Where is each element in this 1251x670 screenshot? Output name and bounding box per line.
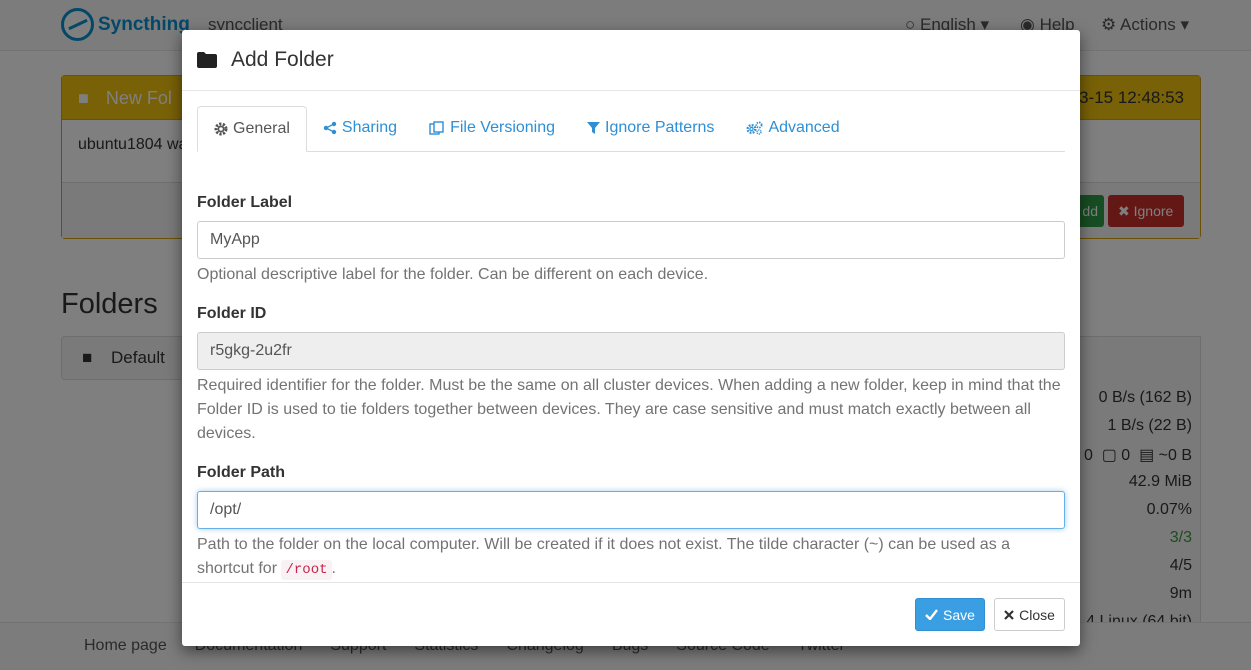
- folder-id-help: Required identifier for the folder. Must…: [197, 377, 1061, 442]
- dialog-header: Add Folder: [182, 30, 1080, 91]
- folder-path-label: Folder Path: [197, 464, 286, 481]
- share-icon: [323, 121, 337, 135]
- folder-id-label: Folder ID: [197, 305, 267, 322]
- tab-sharing[interactable]: Sharing: [307, 105, 413, 151]
- home-path-code: /root: [281, 560, 332, 580]
- tab-file-versioning-label: File Versioning: [450, 119, 556, 136]
- folder-label-help: Optional descriptive label for the folde…: [197, 266, 709, 283]
- tab-advanced[interactable]: Advanced: [730, 105, 855, 151]
- cogs-icon: [746, 121, 763, 135]
- save-button[interactable]: Save: [915, 598, 985, 631]
- close-icon: [1004, 609, 1014, 620]
- close-label: Close: [1019, 606, 1055, 623]
- close-button[interactable]: Close: [994, 598, 1065, 631]
- dialog-title: Add Folder: [231, 48, 334, 71]
- tab-advanced-label: Advanced: [768, 119, 840, 136]
- filter-icon: [587, 122, 601, 134]
- folder-label-label: Folder Label: [197, 194, 293, 211]
- folder-path-help-end: .: [331, 560, 336, 577]
- folder-label-input[interactable]: [197, 221, 1065, 259]
- tab-general-label: General: [233, 120, 290, 137]
- tab-file-versioning[interactable]: File Versioning: [413, 105, 571, 151]
- tab-general[interactable]: General: [197, 106, 307, 152]
- save-label: Save: [943, 606, 975, 623]
- tab-ignore-patterns-label: Ignore Patterns: [605, 119, 715, 136]
- files-icon: [429, 121, 444, 135]
- add-folder-dialog: Add Folder General Sharing File Versioni…: [182, 30, 1080, 646]
- folder-path-help: Path to the folder on the local computer…: [197, 533, 1065, 582]
- dialog-footer: Save Close: [182, 582, 1080, 646]
- folder-path-input[interactable]: [197, 491, 1065, 529]
- gear-icon: [214, 122, 228, 136]
- folder-id-input[interactable]: [197, 332, 1065, 370]
- tab-sharing-label: Sharing: [341, 119, 398, 136]
- tab-ignore-patterns[interactable]: Ignore Patterns: [571, 105, 730, 151]
- dialog-tabs: General Sharing File Versioning Ignore P…: [197, 106, 1065, 152]
- folder-icon: [197, 52, 217, 68]
- dialog-body: General Sharing File Versioning Ignore P…: [197, 106, 1065, 580]
- check-icon: [925, 609, 938, 620]
